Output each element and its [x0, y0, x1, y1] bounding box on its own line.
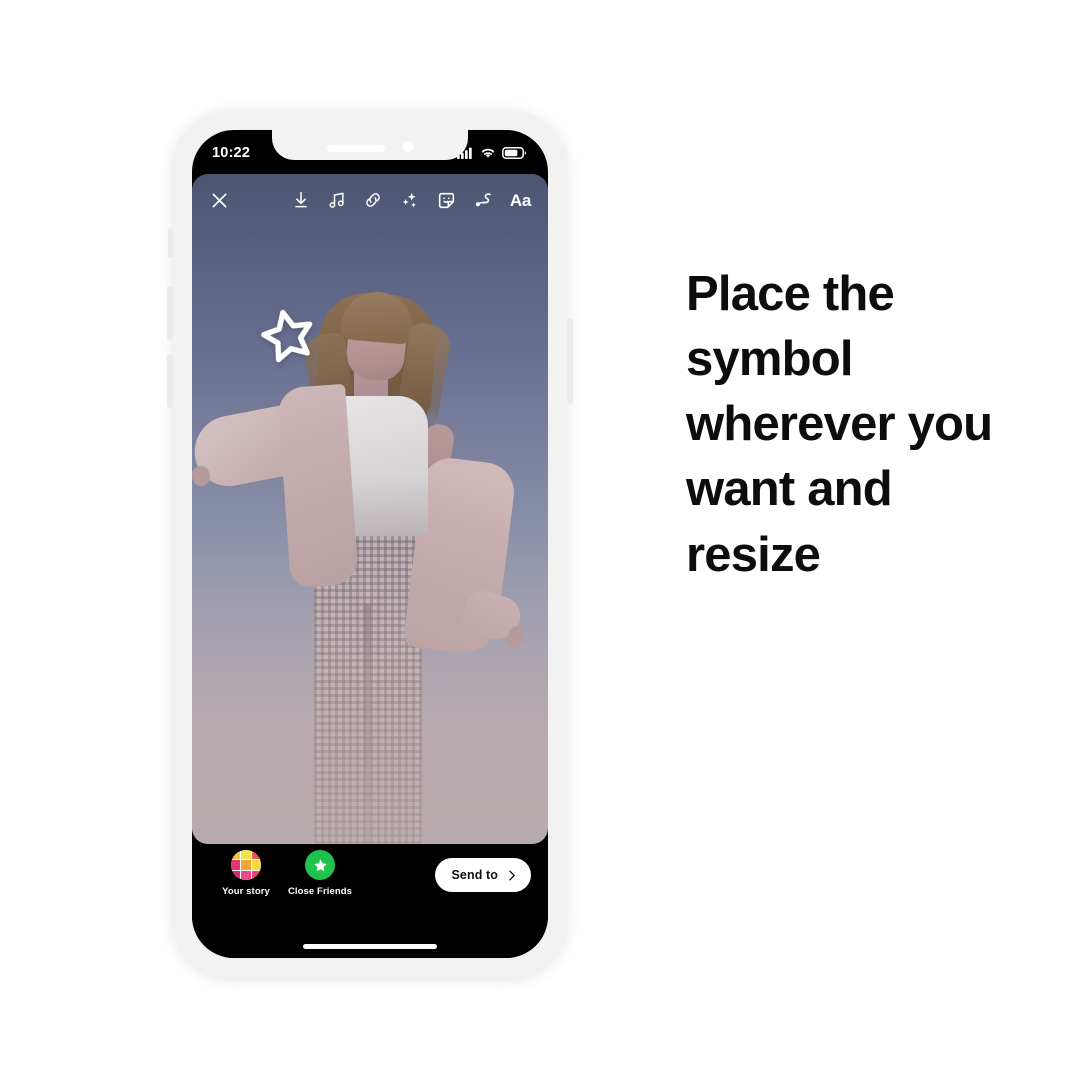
phone-screen: Aa 10:22 Your story Close Friends Send t… [192, 130, 548, 958]
white-crop-top [310, 396, 428, 536]
mute-switch[interactable] [168, 228, 173, 258]
hair-top [339, 288, 417, 346]
jacket-right-panel [402, 455, 518, 657]
jacket-left-panel [277, 383, 359, 589]
story-editor-toolbar: Aa [192, 174, 548, 226]
earpiece-speaker [326, 145, 385, 152]
music-icon[interactable] [327, 190, 347, 210]
phone-frame: Aa 10:22 Your story Close Friends Send t… [167, 110, 573, 978]
battery-icon [502, 147, 526, 159]
share-destinations: Your story Close Friends Send to [192, 850, 548, 916]
avatar-cell [251, 860, 261, 870]
close-icon[interactable] [209, 190, 230, 211]
avatar-cell [231, 850, 241, 860]
front-camera [402, 141, 414, 152]
avatar-cell [241, 870, 251, 880]
page-title: Place the symbol wherever you want and r… [686, 267, 993, 582]
avatar-cell [231, 870, 241, 880]
avatar-cell [251, 870, 261, 880]
right-arm [414, 422, 456, 504]
hair-strands-right [392, 321, 454, 437]
chevron-right-icon [509, 870, 515, 880]
phone-notch [272, 130, 468, 160]
necklace [361, 399, 387, 415]
sticker-icon[interactable] [436, 190, 457, 211]
draw-icon[interactable] [473, 190, 494, 211]
home-indicator[interactable] [303, 944, 437, 949]
download-icon[interactable] [291, 190, 311, 210]
neck [354, 364, 388, 408]
sky-haze [192, 535, 548, 844]
link-icon[interactable] [363, 190, 383, 210]
sidebar-item-close-friends[interactable]: Close Friends [283, 850, 357, 897]
checkered-pants [314, 524, 422, 844]
sidebar-item-your-story[interactable]: Your story [209, 850, 283, 897]
right-hand [504, 624, 528, 650]
text-tool-label: Aa [509, 190, 531, 210]
text-icon[interactable]: Aa [510, 192, 531, 209]
green-star-icon [305, 850, 335, 880]
avatar-cell [231, 860, 241, 870]
head [344, 299, 410, 383]
volume-up-button[interactable] [167, 286, 173, 340]
crop-top-shadow [310, 474, 428, 536]
send-to-button[interactable]: Send to [435, 858, 531, 892]
left-hand [192, 463, 213, 489]
story-grid-avatar [231, 850, 261, 880]
avatar-cell [241, 850, 251, 860]
wifi-icon [481, 148, 495, 158]
jacket-right-sleeve [459, 587, 525, 645]
avatar-cell [241, 860, 251, 870]
photo-subject [192, 174, 548, 844]
screenshot-root: Aa 10:22 Your story Close Friends Send t… [0, 0, 1080, 1080]
your-story-label: Your story [222, 886, 270, 897]
avatar-cell [251, 850, 261, 860]
close-friends-label: Close Friends [287, 886, 353, 897]
story-share-bar: Your story Close Friends Send to [192, 844, 548, 958]
hair-back [313, 290, 439, 428]
pants-leg-seam [364, 604, 371, 844]
sparkles-icon[interactable] [399, 190, 420, 211]
status-icons [457, 147, 526, 159]
power-button[interactable] [567, 318, 573, 404]
send-to-label: Send to [451, 868, 498, 882]
volume-down-button[interactable] [167, 354, 173, 408]
story-photo-canvas[interactable] [192, 174, 548, 844]
toolbar-actions: Aa [291, 190, 531, 211]
status-time: 10:22 [212, 144, 251, 161]
jacket-left-sleeve [192, 398, 332, 492]
